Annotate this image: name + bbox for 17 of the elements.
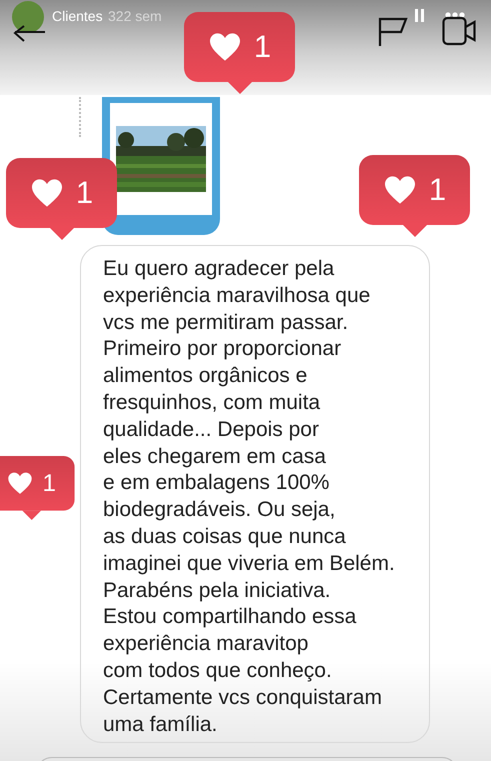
- like-count: 1: [42, 469, 56, 498]
- account-name: Clientes: [52, 8, 103, 24]
- shared-post-card[interactable]: [102, 97, 220, 235]
- heart-icon: [6, 472, 34, 495]
- message-text: Eu quero agradecer pela experiência maravilhosa que vcs me permitiram passar. Primeiro por proporcionar alimentos orgânicos e fresquinhos, com muita qualidade... Depois por eles chegarem em casa e em embalagens 100% biodegradáveis. Ou seja, as duas coisas que nunca imaginei que viveria em Belém. Parabéns pela iniciativa. Estou compartilhando essa experiência maravitop com todos que conheço. Certamente vcs conquistaram uma família.: [103, 256, 396, 738]
- like-count: 1: [254, 29, 272, 65]
- flag-icon[interactable]: [378, 17, 408, 47]
- video-camera-icon[interactable]: [442, 16, 476, 46]
- heart-icon: [208, 32, 242, 62]
- heart-icon: [30, 178, 64, 208]
- more-icon[interactable]: [445, 12, 465, 18]
- like-count: 1: [76, 175, 94, 211]
- like-count: 1: [428, 172, 446, 208]
- avatar[interactable]: [12, 1, 44, 33]
- heart-icon: [382, 175, 417, 205]
- pause-icon[interactable]: [415, 9, 425, 22]
- post-time: 322 sem: [108, 8, 162, 24]
